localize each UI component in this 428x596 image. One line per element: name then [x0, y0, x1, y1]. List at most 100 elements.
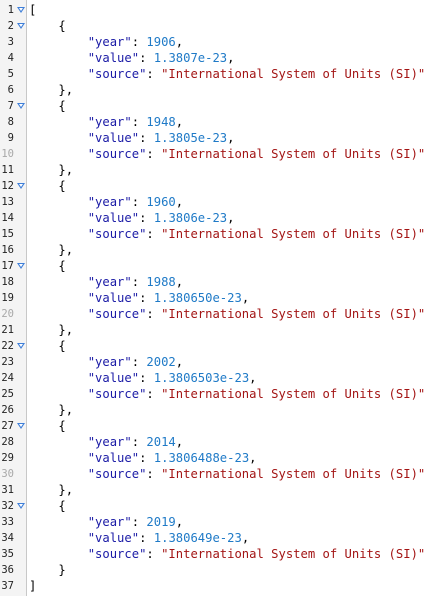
code-line[interactable]: 22 { — [0, 338, 428, 354]
fold-arrow-icon[interactable] — [17, 423, 25, 429]
json-number: 1.3807e-23 — [153, 51, 228, 65]
json-punctuation: }, — [58, 323, 74, 337]
json-number: 2019 — [146, 515, 176, 529]
code-line[interactable]: 28 "year": 2014, — [0, 434, 428, 450]
code-text: "source": "International System of Units… — [29, 146, 426, 162]
code-line[interactable]: 23 "year": 2002, — [0, 354, 428, 370]
code-line[interactable]: 4 "value": 1.3807e-23, — [0, 50, 428, 66]
code-text: { — [29, 178, 65, 194]
code-line[interactable]: 13 "year": 1960, — [0, 194, 428, 210]
line-number: 36 — [1, 564, 14, 576]
code-line[interactable]: 1[ — [0, 2, 428, 18]
json-punctuation: : — [139, 51, 154, 65]
code-line[interactable]: 5 "source": "International System of Uni… — [0, 66, 428, 82]
json-number: 1960 — [146, 195, 176, 209]
json-number: 1.3806503e-23 — [153, 371, 250, 385]
code-line[interactable]: 17 { — [0, 258, 428, 274]
code-line[interactable]: 11 }, — [0, 162, 428, 178]
json-punctuation: : — [131, 275, 147, 289]
code-text: "year": 1988, — [29, 274, 183, 290]
code-text: "source": "International System of Units… — [29, 66, 426, 82]
json-punctuation: , — [227, 211, 235, 225]
json-key: "source" — [87, 227, 147, 241]
json-punctuation: , — [249, 371, 257, 385]
line-number: 18 — [1, 276, 14, 288]
code-text: "year": 2019, — [29, 514, 183, 530]
fold-arrow-icon[interactable] — [17, 7, 25, 13]
json-punctuation: : — [139, 451, 154, 465]
code-line[interactable]: 15 "source": "International System of Un… — [0, 226, 428, 242]
json-punctuation: : — [139, 531, 154, 545]
json-key: "source" — [87, 67, 147, 81]
code-line[interactable]: 26 }, — [0, 402, 428, 418]
line-number: 2 — [7, 20, 14, 32]
line-number: 5 — [7, 68, 14, 80]
json-punctuation: : — [146, 467, 162, 481]
line-number: 15 — [1, 228, 14, 240]
json-punctuation: : — [131, 435, 147, 449]
json-key: "source" — [87, 467, 147, 481]
fold-arrow-icon[interactable] — [17, 263, 25, 269]
line-number: 25 — [1, 388, 14, 400]
code-line[interactable]: 20 "source": "International System of Un… — [0, 306, 428, 322]
code-line[interactable]: 19 "value": 1.380650e-23, — [0, 290, 428, 306]
code-text: { — [29, 498, 65, 514]
code-text: { — [29, 258, 65, 274]
code-line[interactable]: 14 "value": 1.3806e-23, — [0, 210, 428, 226]
code-line[interactable]: 18 "year": 1988, — [0, 274, 428, 290]
code-line[interactable]: 31 }, — [0, 482, 428, 498]
code-line[interactable]: 10 "source": "International System of Un… — [0, 146, 428, 162]
json-number: 1948 — [146, 115, 176, 129]
code-line[interactable]: 27 { — [0, 418, 428, 434]
code-line[interactable]: 33 "year": 2019, — [0, 514, 428, 530]
code-line[interactable]: 34 "value": 1.380649e-23, — [0, 530, 428, 546]
code-line[interactable]: 25 "source": "International System of Un… — [0, 386, 428, 402]
code-line[interactable]: 37] — [0, 578, 428, 594]
code-line[interactable]: 36 } — [0, 562, 428, 578]
code-editor[interactable]: 1[2 {3 "year": 1906, 4 "value": 1.3807e-2… — [0, 0, 428, 596]
json-punctuation: : — [146, 227, 162, 241]
json-key: "year" — [87, 195, 132, 209]
fold-arrow-icon[interactable] — [17, 183, 25, 189]
code-line[interactable]: 12 { — [0, 178, 428, 194]
line-number: 34 — [1, 532, 14, 544]
code-text: "source": "International System of Units… — [29, 226, 426, 242]
code-line[interactable]: 24 "value": 1.3806503e-23, — [0, 370, 428, 386]
line-number: 17 — [1, 260, 14, 272]
code-line[interactable]: 29 "value": 1.3806488e-23, — [0, 450, 428, 466]
code-line[interactable]: 8 "year": 1948, — [0, 114, 428, 130]
line-number: 1 — [7, 4, 14, 16]
code-line[interactable]: 16 }, — [0, 242, 428, 258]
line-number: 27 — [1, 420, 14, 432]
code-text: "value": 1.380649e-23, — [29, 530, 249, 546]
code-text: "value": 1.3805e-23, — [29, 130, 235, 146]
code-line[interactable]: 7 { — [0, 98, 428, 114]
json-punctuation: , — [175, 275, 184, 289]
code-line[interactable]: 30 "source": "International System of Un… — [0, 466, 428, 482]
json-number: 1906 — [146, 35, 176, 49]
code-line[interactable]: 35 "source": "International System of Un… — [0, 546, 428, 562]
fold-arrow-icon[interactable] — [17, 343, 25, 349]
code-text: ] — [29, 578, 36, 594]
code-line[interactable]: 9 "value": 1.3805e-23, — [0, 130, 428, 146]
code-text: [ — [29, 2, 36, 18]
fold-arrow-icon[interactable] — [17, 23, 25, 29]
code-line[interactable]: 32 { — [0, 498, 428, 514]
code-line[interactable]: 6 }, — [0, 82, 428, 98]
line-number: 21 — [1, 324, 14, 336]
code-line[interactable]: 3 "year": 1906, — [0, 34, 428, 50]
code-line[interactable]: 2 { — [0, 18, 428, 34]
json-key: "value" — [87, 371, 140, 385]
json-punctuation: , — [175, 35, 184, 49]
code-text: }, — [29, 482, 73, 498]
line-number: 35 — [1, 548, 14, 560]
fold-arrow-icon[interactable] — [17, 503, 25, 509]
code-line[interactable]: 21 }, — [0, 322, 428, 338]
json-punctuation: , — [227, 131, 235, 145]
json-number: 1.3805e-23 — [153, 131, 228, 145]
line-number: 22 — [1, 340, 14, 352]
json-punctuation: : — [131, 195, 147, 209]
fold-arrow-icon[interactable] — [17, 103, 25, 109]
json-punctuation: } — [58, 563, 66, 577]
json-string: "International System of Units (SI)" — [161, 147, 426, 161]
